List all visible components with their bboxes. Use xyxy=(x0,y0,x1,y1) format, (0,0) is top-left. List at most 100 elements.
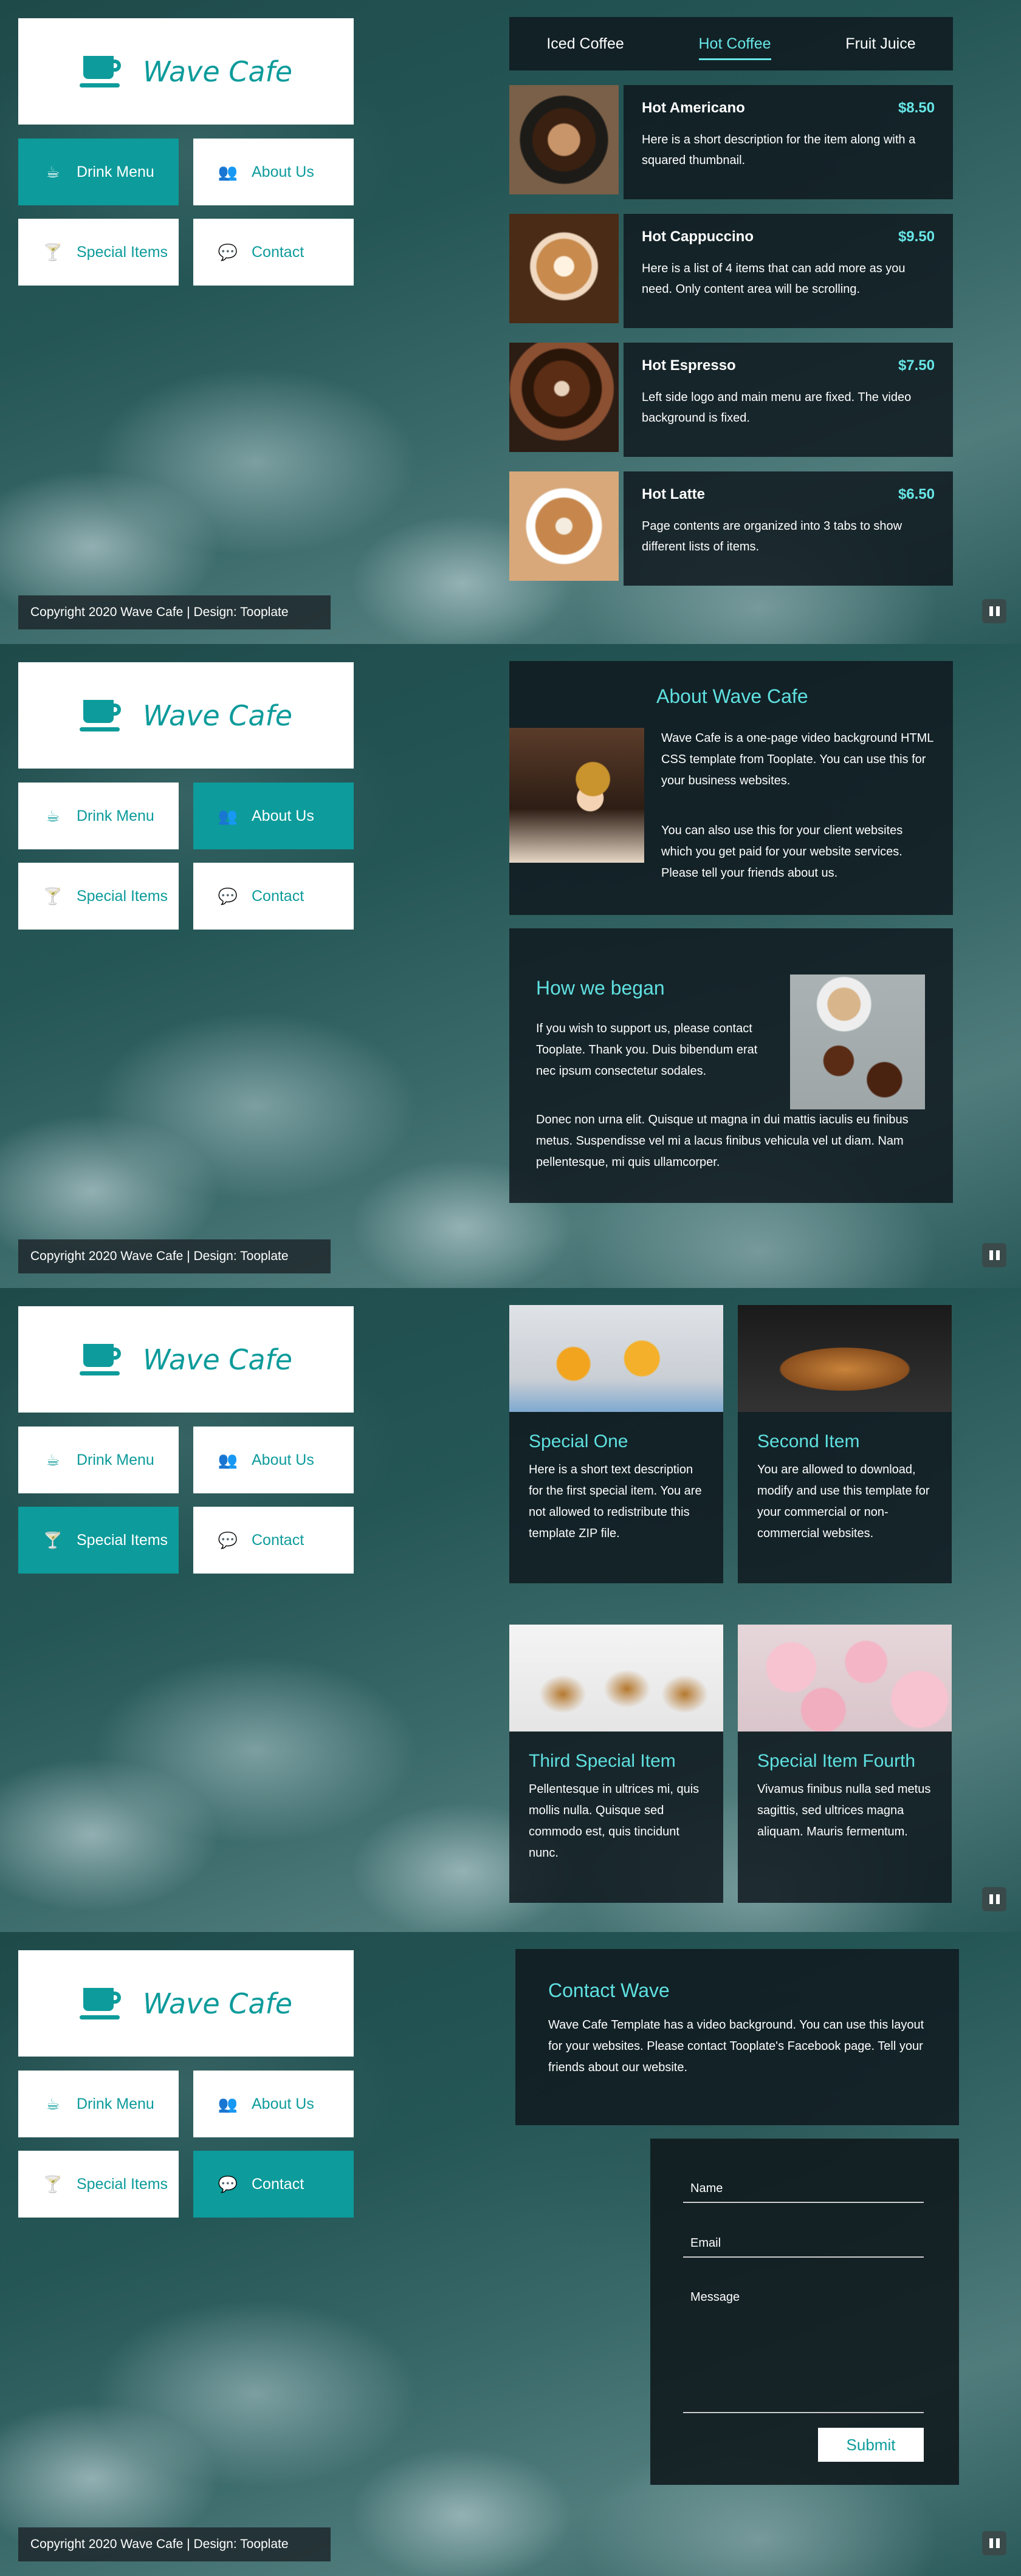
item-price: $6.50 xyxy=(898,486,935,502)
nav-drink-menu[interactable]: ☕ Drink Menu xyxy=(18,139,179,205)
nav-contact[interactable]: 💬 Contact xyxy=(193,1507,354,1574)
nav-label: Special Items xyxy=(77,2175,168,2193)
cocktail-glass-icon: 🍸 xyxy=(43,887,63,905)
menu-item: Hot Latte $6.50 Page contents are organize… xyxy=(509,471,953,586)
special-photo xyxy=(738,1305,952,1412)
nav-label: Contact xyxy=(252,887,304,905)
chat-bubbles-icon: 💬 xyxy=(218,243,238,261)
nav-about-us[interactable]: 👥 About Us xyxy=(193,139,354,205)
nav-special-items[interactable]: 🍸 Special Items xyxy=(18,863,179,930)
brand-name: Wave Cafe xyxy=(142,699,293,732)
nav-drink-menu[interactable]: ☕ Drink Menu xyxy=(18,783,179,849)
began-title: How we began xyxy=(536,977,665,999)
coffee-cup-icon xyxy=(79,699,122,731)
began-paragraph: Donec non urna elit. Quisque ut magna in… xyxy=(536,1113,909,1169)
nav-label: Special Items xyxy=(77,887,168,905)
tab-fruit-juice[interactable]: Fruit Juice xyxy=(845,32,915,57)
logo[interactable]: Wave Cafe xyxy=(18,662,354,769)
pause-icon[interactable] xyxy=(982,2531,1006,2555)
cocktail-glass-icon: 🍸 xyxy=(43,243,63,261)
email-field[interactable] xyxy=(683,2230,924,2258)
item-price: $8.50 xyxy=(898,100,935,116)
nav-label: About Us xyxy=(252,2095,314,2112)
coffee-cup-icon xyxy=(79,55,122,87)
nav-drink-menu[interactable]: ☕ Drink Menu xyxy=(18,1427,179,1493)
submit-button[interactable]: Submit xyxy=(818,2428,924,2462)
nav-label: Drink Menu xyxy=(77,807,154,824)
about-paragraph: Wave Cafe is a one-page video background… xyxy=(661,731,933,787)
chat-bubbles-icon: 💬 xyxy=(218,1531,238,1549)
special-description: Pellentesque in ultrices mi, quis mollis… xyxy=(529,1783,700,1860)
menu-item: Hot Cappuccino $9.50 Here is a list of 4 i… xyxy=(509,214,953,328)
nav-drink-menu[interactable]: ☕ Drink Menu xyxy=(18,2071,179,2137)
nav-label: About Us xyxy=(252,807,314,824)
copyright-footer: Copyright 2020 Wave Cafe | Design: Toopl… xyxy=(18,595,331,629)
nav-label: Special Items xyxy=(77,1531,168,1549)
item-thumbnail xyxy=(509,471,619,581)
mug-icon: ☕ xyxy=(46,2095,60,2113)
item-price: $9.50 xyxy=(898,228,935,245)
nav-label: About Us xyxy=(252,163,314,180)
users-icon: 👥 xyxy=(218,1451,238,1469)
cocktail-glass-icon: 🍸 xyxy=(43,1531,63,1549)
coffee-beans-photo xyxy=(790,975,925,1109)
nav-special-items[interactable]: 🍸 Special Items xyxy=(18,1507,179,1574)
item-thumbnail xyxy=(509,85,619,194)
nav-about-us[interactable]: 👥 About Us xyxy=(193,1427,354,1493)
menu-item: Hot Americano $8.50 Here is a short descri… xyxy=(509,85,953,199)
pause-icon[interactable] xyxy=(982,1243,1006,1267)
nav-label: About Us xyxy=(252,1451,314,1468)
pause-icon[interactable] xyxy=(982,599,1006,623)
mug-icon: ☕ xyxy=(46,807,60,825)
item-description: Here is a list of 4 items that can add m… xyxy=(642,261,906,296)
contact-description: Wave Cafe Template has a video backgroun… xyxy=(548,2018,924,2074)
about-photo xyxy=(509,728,644,863)
special-title: Second Item xyxy=(757,1431,860,1451)
nav-contact[interactable]: 💬 Contact xyxy=(193,219,354,286)
menu-tabs: Iced Coffee Hot Coffee Fruit Juice xyxy=(509,17,953,70)
name-field[interactable] xyxy=(683,2175,924,2203)
nav-label: Drink Menu xyxy=(77,163,154,180)
logo[interactable]: Wave Cafe xyxy=(18,18,354,125)
special-card: Second Item You are allowed to download, … xyxy=(738,1305,952,1583)
message-field[interactable] xyxy=(683,2286,924,2413)
special-card: Special One Here is a short text descript… xyxy=(509,1305,723,1583)
special-items-section: Wave Cafe ☕ Drink Menu 👥 About Us 🍸 Special… xyxy=(0,1288,1021,1932)
contact-info-panel: Contact Wave Wave Cafe Template has a vi… xyxy=(515,1949,959,2125)
item-name: Hot Cappuccino xyxy=(642,228,754,245)
nav-contact[interactable]: 💬 Contact xyxy=(193,863,354,930)
cocktail-glass-icon: 🍸 xyxy=(43,2175,63,2193)
special-title: Special One xyxy=(529,1431,628,1451)
coffee-cup-icon xyxy=(79,1987,122,2019)
item-description: Page contents are organized into 3 tabs … xyxy=(642,519,902,553)
special-photo xyxy=(738,1625,952,1732)
menu-item: Hot Espresso $7.50 Left side logo and main… xyxy=(509,343,953,457)
nav-special-items[interactable]: 🍸 Special Items xyxy=(18,2151,179,2218)
logo[interactable]: Wave Cafe xyxy=(18,1306,354,1413)
nav-label: Contact xyxy=(252,1531,304,1549)
item-description: Left side logo and main menu are fixed. … xyxy=(642,390,912,425)
copyright-footer: Copyright 2020 Wave Cafe | Design: Toopl… xyxy=(18,2527,331,2561)
nav-label: Special Items xyxy=(77,243,168,261)
about-title: About Wave Cafe xyxy=(656,685,808,707)
special-description: You are allowed to download, modify and … xyxy=(757,1463,930,1540)
nav-special-items[interactable]: 🍸 Special Items xyxy=(18,219,179,286)
special-title: Third Special Item xyxy=(529,1751,676,1771)
special-card: Third Special Item Pellentesque in ultric… xyxy=(509,1625,723,1903)
special-description: Vivamus finibus nulla sed metus sagittis… xyxy=(757,1783,931,1838)
users-icon: 👥 xyxy=(218,807,238,825)
brand-name: Wave Cafe xyxy=(142,1343,293,1376)
contact-title: Contact Wave xyxy=(548,1979,670,2001)
brand-name: Wave Cafe xyxy=(142,1987,293,2020)
logo[interactable]: Wave Cafe xyxy=(18,1950,354,2057)
nav-about-us[interactable]: 👥 About Us xyxy=(193,2071,354,2137)
tab-hot-coffee[interactable]: Hot Coffee xyxy=(698,32,771,60)
users-icon: 👥 xyxy=(218,2095,238,2113)
tab-iced-coffee[interactable]: Iced Coffee xyxy=(546,32,624,57)
nav-contact[interactable]: 💬 Contact xyxy=(193,2151,354,2218)
pause-icon[interactable] xyxy=(982,1887,1006,1911)
item-description: Here is a short description for the item… xyxy=(642,132,916,167)
nav-about-us[interactable]: 👥 About Us xyxy=(193,783,354,849)
chat-bubbles-icon: 💬 xyxy=(218,2175,238,2193)
mug-icon: ☕ xyxy=(46,1451,60,1469)
